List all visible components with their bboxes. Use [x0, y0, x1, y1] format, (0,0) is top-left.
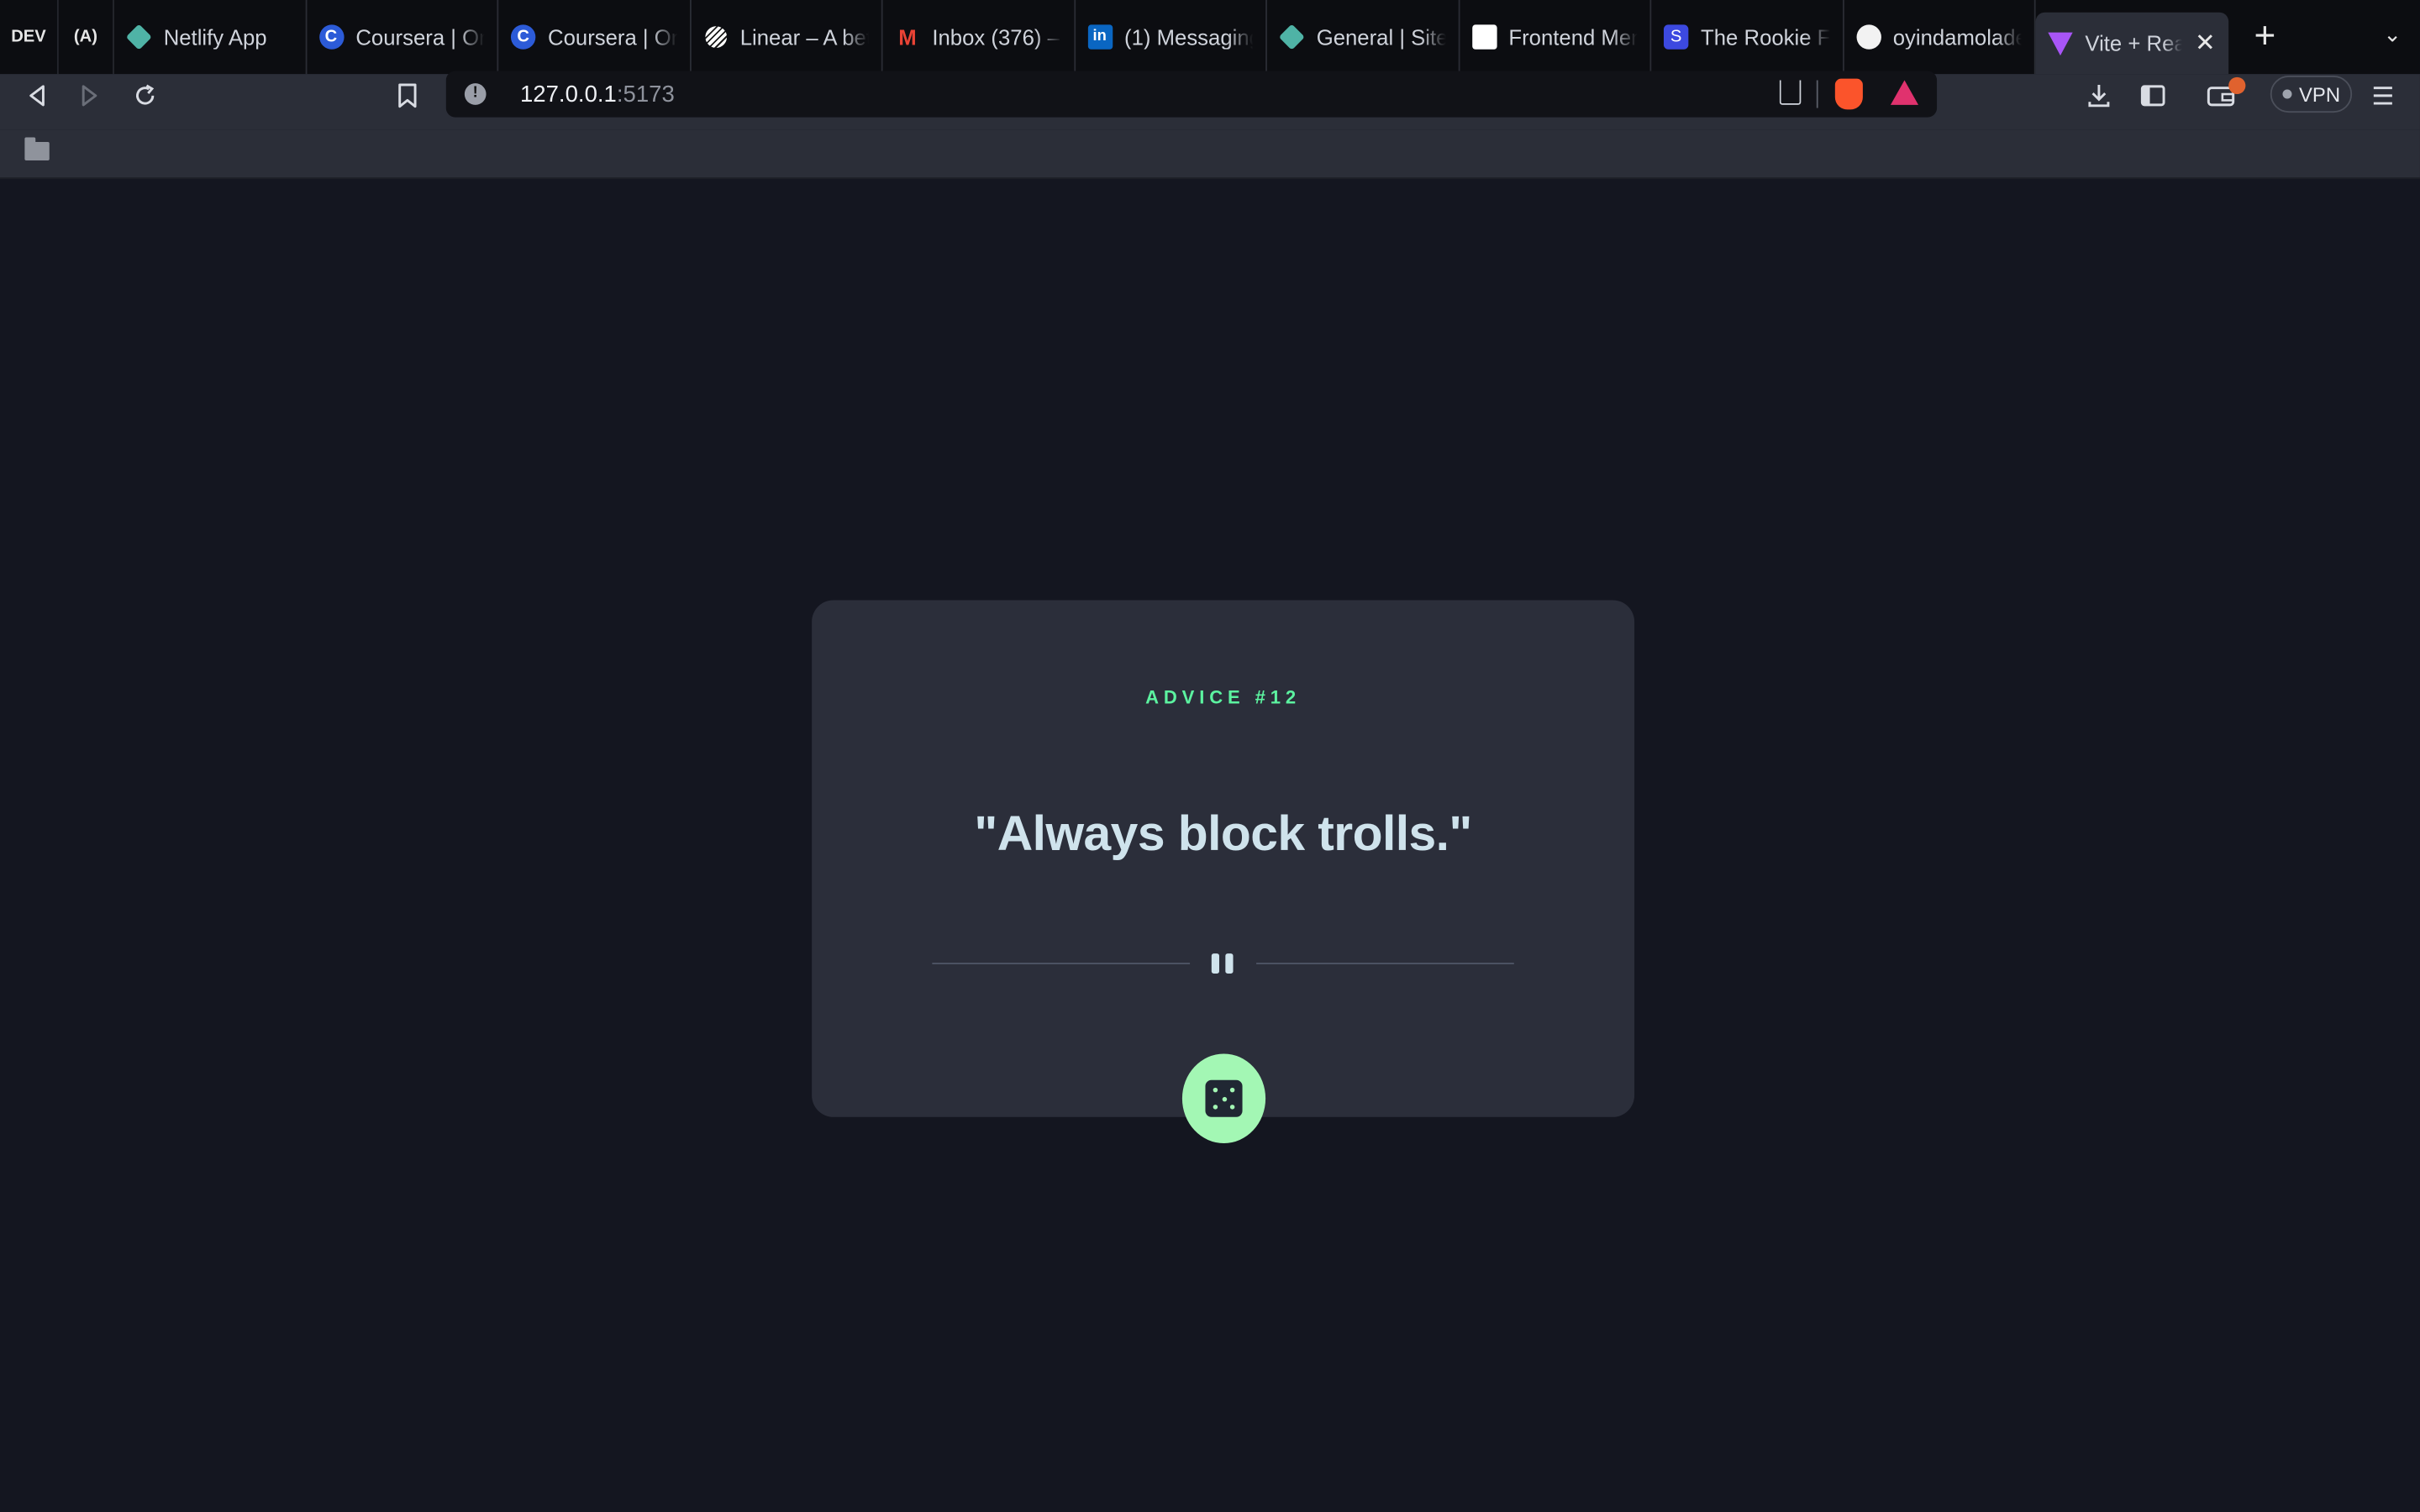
gmail-icon: M — [898, 24, 917, 50]
site-info-icon[interactable]: ! — [464, 83, 487, 105]
tab-netlify[interactable]: Netlify App — [114, 0, 307, 75]
vpn-button[interactable]: VPN — [2270, 75, 2353, 113]
sidebar-icon — [2140, 85, 2165, 107]
sidebar-toggle-button[interactable] — [2131, 74, 2174, 117]
divider-line — [932, 963, 1191, 964]
tab-frontend-mentor[interactable]: Frontend Men — [1460, 0, 1652, 75]
brave-shields-icon[interactable] — [1834, 78, 1863, 110]
tab-title: General | Site — [1316, 24, 1446, 50]
tab-title: oyindamolade — [1892, 24, 2023, 50]
linear-icon — [703, 24, 728, 49]
url-text: 127.0.0.1:5173 — [520, 81, 675, 107]
tab-coursera-2[interactable]: C Coursera | Onl — [498, 0, 691, 75]
back-arrow-icon — [29, 85, 45, 107]
hamburger-menu-icon — [2373, 87, 2392, 105]
close-tab-icon[interactable]: ✕ — [2195, 28, 2216, 59]
menu-button[interactable] — [2361, 74, 2404, 117]
tab-title: Vite + Rea — [2085, 30, 2183, 56]
dice-icon — [1205, 1079, 1243, 1117]
tab-rookie[interactable]: S The Rookie Fr — [1651, 0, 1844, 75]
download-icon — [2088, 85, 2110, 108]
bookmark-button[interactable] — [386, 74, 429, 117]
tab-strip: DEV (A) Netlify App C Coursera | Onl C C… — [0, 0, 2420, 75]
pattern-divider — [932, 952, 1514, 976]
tab-title: Netlify App — [163, 24, 267, 50]
tab-github[interactable]: oyindamolade — [1844, 0, 2036, 75]
netlify-icon — [1278, 24, 1305, 50]
bookmark-icon — [398, 83, 417, 108]
pinned-tab-dev[interactable]: DEV — [0, 0, 59, 75]
new-tab-button[interactable]: + — [2228, 0, 2302, 74]
url-host: 127.0.0.1 — [519, 81, 617, 108]
bookmarks-bar — [0, 129, 2420, 180]
back-button[interactable] — [15, 74, 58, 117]
advice-id: ADVICE #12 — [1145, 686, 1302, 709]
tab-title: (1) Messaging — [1124, 24, 1254, 50]
advice-quote: "Always block trolls." — [974, 805, 1472, 861]
brave-rewards-icon[interactable] — [1890, 80, 1919, 105]
tab-title: The Rookie Fr — [1701, 24, 1830, 50]
pause-icon — [1208, 952, 1236, 976]
tab-title: Linear – A bet — [739, 24, 870, 50]
tab-linear[interactable]: Linear – A bet — [691, 0, 883, 75]
reload-icon — [136, 84, 155, 105]
tab-list-chevron-icon[interactable]: ⌄ — [2383, 22, 2402, 48]
forward-arrow-icon — [82, 85, 97, 107]
tab-title: Coursera | Onl — [548, 24, 677, 50]
dev-icon: DEV — [11, 28, 46, 47]
tab-linkedin[interactable]: in (1) Messaging — [1075, 0, 1267, 75]
vpn-label: VPN — [2298, 82, 2341, 106]
address-bar[interactable]: ! 127.0.0.1:5173 — [445, 71, 1938, 118]
netlify-icon — [125, 24, 152, 50]
linkedin-icon: in — [1086, 24, 1113, 50]
a11y-icon: (A) — [73, 28, 97, 47]
rookie-icon: S — [1663, 24, 1689, 50]
reload-button[interactable] — [124, 74, 166, 117]
divider-line — [1256, 963, 1514, 964]
url-port: :5173 — [616, 81, 675, 108]
downloads-button[interactable] — [2077, 74, 2120, 117]
coursera-icon: C — [318, 24, 344, 50]
tab-gmail[interactable]: M Inbox (376) – — [883, 0, 1076, 75]
coursera-icon: C — [510, 24, 536, 50]
forward-button[interactable] — [68, 74, 111, 117]
tab-title: Coursera | Onl — [355, 24, 485, 50]
tab-title: Frontend Men — [1508, 24, 1638, 50]
divider — [1816, 80, 1818, 108]
tab-netlify-general[interactable]: General | Site — [1267, 0, 1460, 75]
page-viewport: ADVICE #12 "Always block trolls." — [0, 180, 2420, 1512]
tab-title: Inbox (376) – — [932, 24, 1060, 50]
github-icon — [1855, 24, 1881, 50]
new-advice-button[interactable] — [1181, 1053, 1266, 1143]
vpn-status-dot — [2281, 89, 2291, 99]
vite-icon — [2048, 31, 2073, 55]
advice-card: ADVICE #12 "Always block trolls." — [812, 600, 1635, 1117]
folder-icon[interactable] — [24, 137, 50, 161]
pinned-tab-a11y[interactable]: (A) — [59, 0, 114, 75]
frontend-mentor-icon — [1471, 24, 1497, 50]
share-icon[interactable] — [1779, 80, 1802, 105]
notification-badge — [2228, 76, 2246, 95]
tab-coursera-1[interactable]: C Coursera | Onl — [307, 0, 499, 75]
tab-vite-active[interactable]: Vite + Rea ✕ — [2035, 12, 2228, 75]
